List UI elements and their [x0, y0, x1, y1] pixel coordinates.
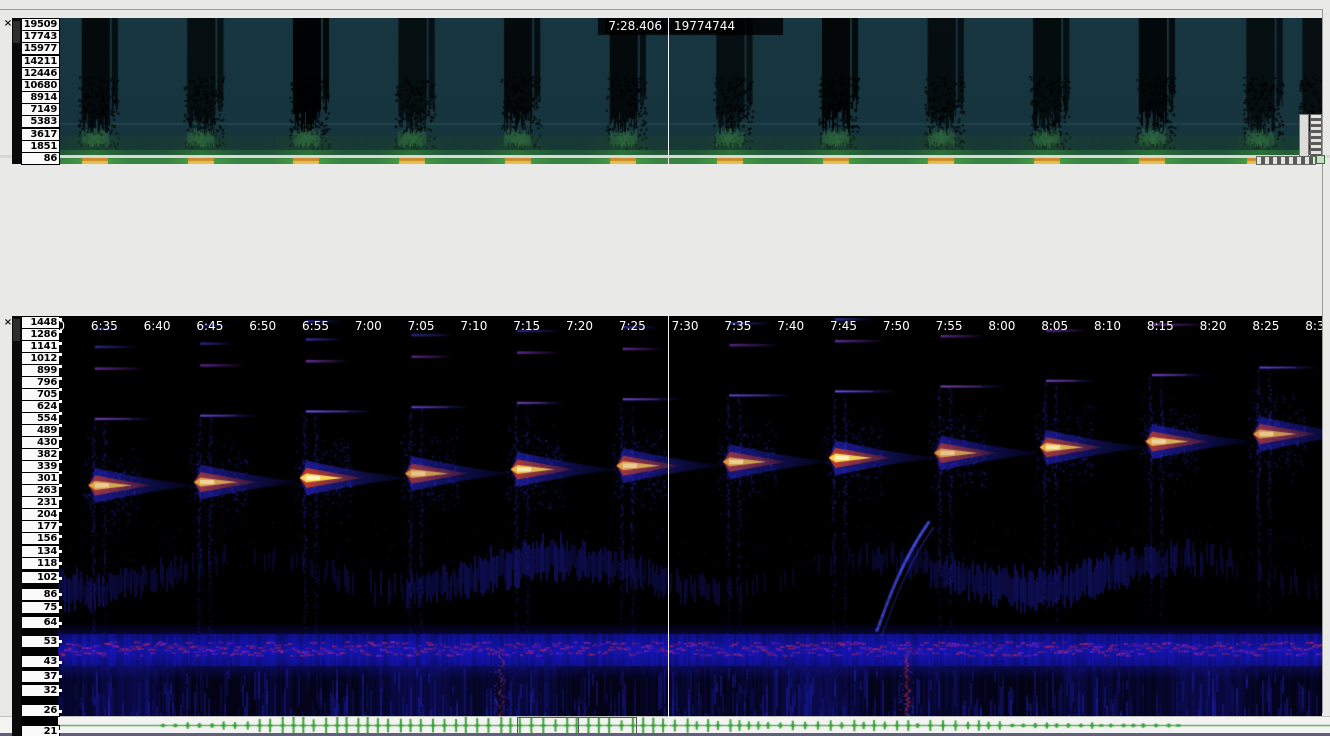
freq-tick — [59, 424, 62, 427]
freq-tick — [59, 342, 62, 345]
freq-tick — [59, 484, 62, 487]
pane-top: × 19509177431597714211124461068089147149… — [0, 9, 1330, 155]
freq-label: 75 — [21, 601, 60, 614]
freq-tick — [59, 400, 62, 403]
freq-tick — [59, 730, 62, 733]
freq-tick — [59, 318, 62, 321]
freq-label: 86 — [21, 588, 60, 601]
pane-top-spectrogram[interactable] — [58, 18, 1322, 164]
freq-tick — [59, 562, 62, 565]
freq-label: 5383 — [21, 115, 60, 128]
freq-tick — [59, 661, 62, 664]
pane-top-close-button[interactable]: × — [2, 18, 14, 30]
freq-tick — [59, 330, 62, 333]
overview-waveform[interactable] — [0, 717, 1330, 734]
freq-tick — [59, 365, 62, 368]
pane-bottom: × 14481286114110128997967056245544894303… — [0, 158, 1330, 713]
freq-tick — [59, 675, 62, 678]
pane-top-left-scrollbar[interactable] — [12, 18, 21, 164]
freq-label: 53 — [21, 635, 60, 648]
overview-waveform-strip[interactable] — [0, 716, 1330, 734]
playback-cursor-bottom — [668, 316, 669, 736]
cursor-sample-readout-top: 19774744 — [671, 19, 738, 33]
freq-label: 102 — [21, 571, 60, 584]
zoom-reset-button-top[interactable] — [1316, 155, 1325, 164]
cursor-time-readout-top: 7:28.406 — [605, 19, 665, 33]
freq-tick — [59, 535, 62, 538]
pane-bottom-left-scrollbar[interactable] — [12, 316, 21, 736]
pane-top-frequency-scale: 1950917743159771421112446106808914714953… — [21, 18, 58, 164]
freq-tick — [59, 448, 62, 451]
freq-tick — [59, 689, 62, 692]
freq-tick — [59, 377, 62, 380]
overview-view-box-2[interactable] — [578, 717, 637, 734]
playback-cursor-top — [668, 18, 669, 164]
freq-label: 21 — [21, 725, 60, 736]
freq-label: 86 — [21, 152, 60, 165]
freq-label: 64 — [21, 616, 60, 629]
pane-top-left-scrollbar-thumb[interactable] — [13, 21, 20, 43]
freq-label: 156 — [21, 532, 60, 545]
freq-label: 26 — [21, 704, 60, 717]
freq-label: 32 — [21, 684, 60, 697]
freq-label: 15977 — [21, 42, 60, 55]
freq-label: 118 — [21, 557, 60, 570]
vertical-scroll-bar[interactable] — [1299, 114, 1309, 162]
pane-bottom-left-scrollbar-thumb[interactable] — [13, 319, 20, 341]
pane-divider — [0, 155, 1330, 158]
overview-view-box-1[interactable] — [517, 717, 579, 734]
freq-tick — [59, 550, 62, 553]
freq-tick — [59, 710, 62, 713]
freq-tick — [59, 622, 62, 625]
window-top-chrome — [0, 0, 1330, 10]
freq-tick — [59, 577, 62, 580]
freq-label: 37 — [21, 670, 60, 683]
freq-tick — [59, 460, 62, 463]
pane-bottom-close-button[interactable]: × — [2, 317, 14, 329]
freq-tick — [59, 437, 62, 440]
freq-tick — [59, 497, 62, 500]
pane-bottom-frequency-scale: 1448128611411012899796705624554489430382… — [21, 316, 58, 736]
horizontal-zoom-wheel-top[interactable] — [1256, 156, 1316, 165]
freq-tick — [59, 353, 62, 356]
freq-tick — [59, 593, 62, 596]
freq-label: 43 — [21, 655, 60, 668]
freq-tick — [59, 606, 62, 609]
freq-tick — [59, 640, 62, 643]
freq-tick — [59, 388, 62, 391]
freq-tick — [59, 412, 62, 415]
freq-tick — [59, 509, 62, 512]
freq-tick — [59, 471, 62, 474]
window-right-chrome — [1322, 9, 1330, 713]
pane-bottom-spectrogram[interactable] — [58, 316, 1322, 736]
app-window: × 19509177431597714211124461068089147149… — [0, 0, 1330, 736]
freq-tick — [59, 523, 62, 526]
